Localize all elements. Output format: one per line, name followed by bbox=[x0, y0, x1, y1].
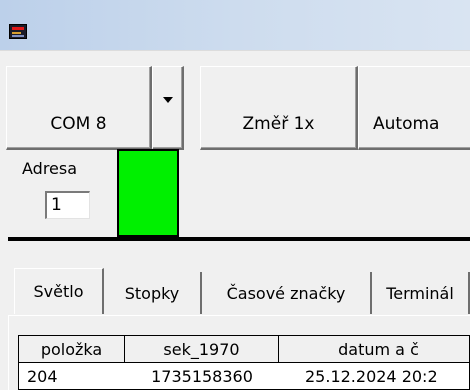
tab-svetlo[interactable]: Světlo bbox=[14, 268, 104, 314]
tab-casove-znacky-label: Časové značky bbox=[226, 283, 346, 303]
tab-stopky-label: Stopky bbox=[124, 283, 180, 303]
column-header-sek-1970[interactable]: sek_1970 bbox=[125, 336, 279, 363]
com-port-label: COM 8 bbox=[50, 114, 107, 134]
com-port-button[interactable]: COM 8 bbox=[6, 66, 152, 150]
com-port-dropdown-button[interactable] bbox=[152, 66, 184, 150]
tab-stopky[interactable]: Stopky bbox=[104, 272, 202, 314]
tab-terminal-label: Terminál bbox=[386, 283, 454, 303]
separator-line bbox=[8, 237, 470, 241]
address-label: Adresa bbox=[22, 159, 78, 178]
tab-casove-znacky[interactable]: Časové značky bbox=[202, 272, 372, 314]
tab-terminal[interactable]: Terminál bbox=[372, 272, 470, 314]
data-grid[interactable]: položka sek_1970 datum a č 204 173515836… bbox=[18, 335, 470, 390]
title-bar bbox=[0, 0, 470, 50]
column-header-polozka[interactable]: položka bbox=[19, 336, 125, 363]
automatic-label: Automa bbox=[373, 114, 440, 134]
triangle-down-icon bbox=[162, 97, 173, 103]
app-icon[interactable] bbox=[9, 24, 27, 39]
table-cell-polozka[interactable]: 204 bbox=[19, 363, 125, 389]
table-cell-sek-1970[interactable]: 1735158360 bbox=[125, 363, 279, 389]
status-indicator bbox=[117, 149, 179, 237]
table-cell-datum[interactable]: 25.12.2024 20:2 bbox=[279, 363, 469, 389]
toolbar: COM 8 Změř 1x Automa bbox=[0, 50, 470, 150]
column-header-datum[interactable]: datum a č bbox=[279, 336, 469, 363]
measure-once-button[interactable]: Změř 1x bbox=[200, 66, 358, 150]
address-input[interactable]: 1 bbox=[45, 191, 90, 219]
tab-svetlo-label: Světlo bbox=[33, 282, 84, 301]
address-panel: Adresa 1 bbox=[0, 149, 470, 243]
measure-once-label: Změř 1x bbox=[242, 114, 315, 134]
automatic-button[interactable]: Automa bbox=[358, 66, 470, 150]
